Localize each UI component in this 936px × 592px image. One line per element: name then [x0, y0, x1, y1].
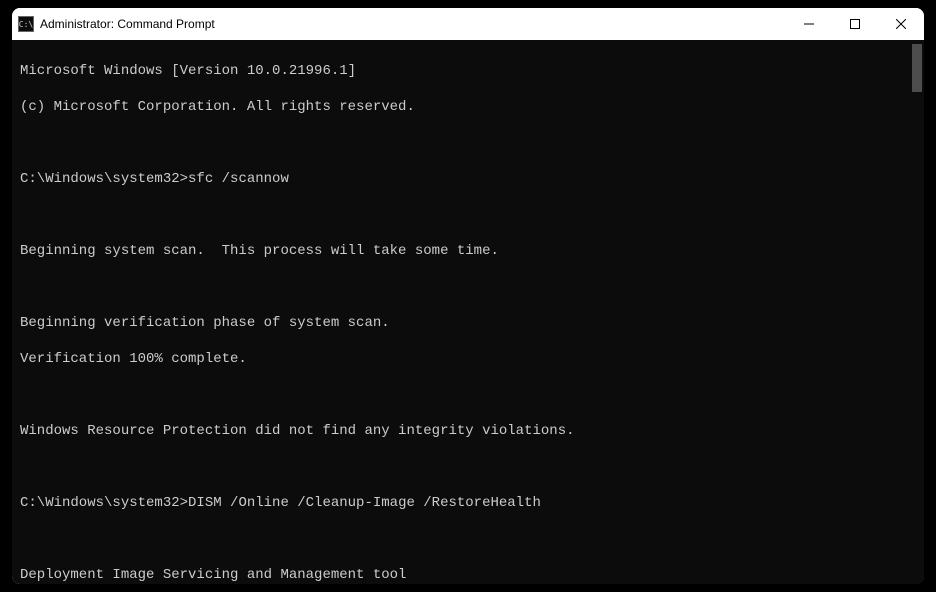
command-prompt-window: C:\ Administrator: Command Prompt Micros…: [12, 8, 924, 584]
close-button[interactable]: [878, 8, 924, 40]
close-icon: [896, 19, 906, 29]
window-title: Administrator: Command Prompt: [40, 17, 786, 31]
cmd-icon: C:\: [18, 16, 34, 32]
output-line: Windows Resource Protection did not find…: [20, 422, 902, 440]
maximize-icon: [850, 19, 860, 29]
output-line: Beginning verification phase of system s…: [20, 314, 902, 332]
output-line: [20, 530, 902, 548]
prompt-path: C:\Windows\system32>: [20, 494, 188, 512]
scrollbar[interactable]: [910, 40, 924, 584]
minimize-icon: [804, 19, 814, 29]
prompt-path: C:\Windows\system32>: [20, 170, 188, 188]
output-line: [20, 206, 902, 224]
output-line: Beginning system scan. This process will…: [20, 242, 902, 260]
output-line: Deployment Image Servicing and Managemen…: [20, 566, 902, 584]
command-input: DISM /Online /Cleanup-Image /RestoreHeal…: [188, 494, 541, 512]
command-input: sfc /scannow: [188, 170, 289, 188]
window-controls: [786, 8, 924, 40]
output-line: (c) Microsoft Corporation. All rights re…: [20, 98, 902, 116]
prompt-line: C:\Windows\system32>sfc /scannow: [20, 170, 902, 188]
titlebar[interactable]: C:\ Administrator: Command Prompt: [12, 8, 924, 40]
prompt-line: C:\Windows\system32>DISM /Online /Cleanu…: [20, 494, 902, 512]
terminal-container: Microsoft Windows [Version 10.0.21996.1]…: [12, 40, 924, 584]
maximize-button[interactable]: [832, 8, 878, 40]
minimize-button[interactable]: [786, 8, 832, 40]
terminal-output[interactable]: Microsoft Windows [Version 10.0.21996.1]…: [12, 40, 910, 584]
output-line: Microsoft Windows [Version 10.0.21996.1]: [20, 62, 902, 80]
output-line: [20, 134, 902, 152]
output-line: [20, 278, 902, 296]
output-line: [20, 458, 902, 476]
output-line: [20, 386, 902, 404]
scroll-thumb[interactable]: [912, 44, 922, 92]
output-line: Verification 100% complete.: [20, 350, 902, 368]
